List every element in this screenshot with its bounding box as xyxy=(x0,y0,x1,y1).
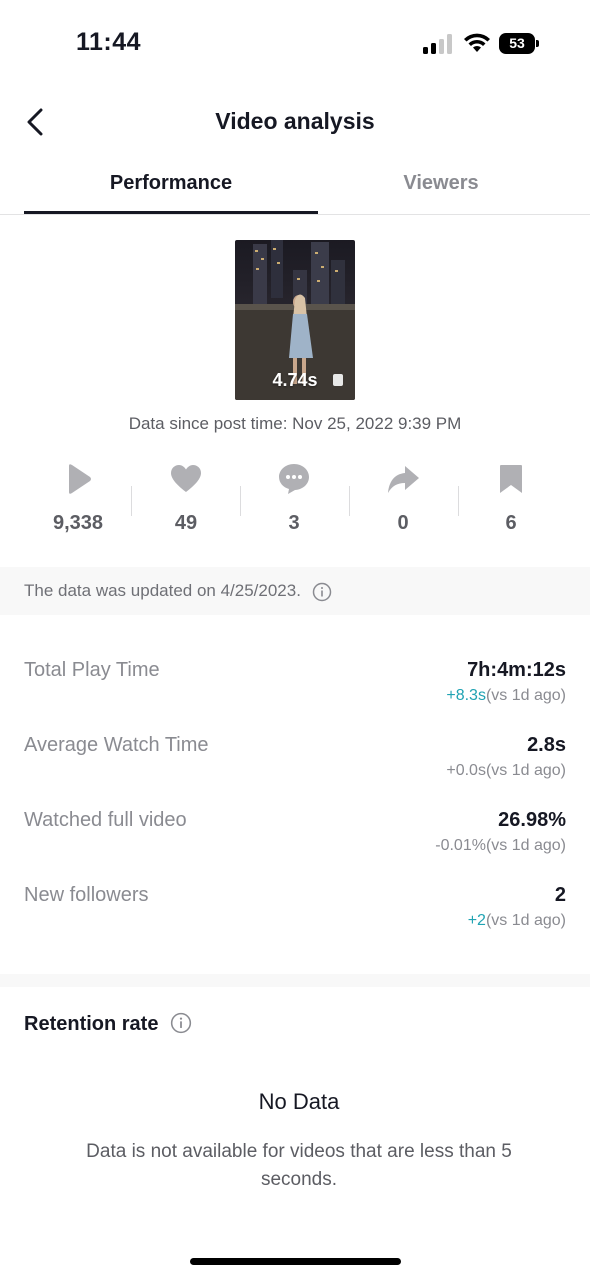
bookmark-icon xyxy=(500,465,522,493)
stat-saves: 6 xyxy=(457,462,565,535)
cellular-signal-icon xyxy=(423,34,452,54)
metric-value-new-followers: 2 xyxy=(554,884,566,906)
comment-icon xyxy=(279,464,309,494)
battery-tip xyxy=(536,40,539,47)
stat-value: 49 xyxy=(174,512,198,534)
metric-label-total-play-time: Total Play Time xyxy=(24,659,160,681)
delta-value: +8.3s xyxy=(446,687,486,704)
wifi-icon xyxy=(464,33,490,52)
video-duration: 4.74s xyxy=(272,370,318,390)
retention-rate-label: Retention rate xyxy=(24,1013,159,1035)
stat-value: 9,338 xyxy=(52,512,104,534)
delta-value: +2 xyxy=(467,912,486,929)
metric-label-watched-full-video: Watched full video xyxy=(24,809,187,831)
info-icon[interactable] xyxy=(170,1012,192,1034)
info-icon[interactable] xyxy=(312,582,332,602)
share-icon xyxy=(388,466,419,493)
home-indicator[interactable] xyxy=(190,1258,401,1265)
metric-value-total-play-time: 7h:4m:12s xyxy=(467,659,566,681)
metric-delta-total-play-time: +8.3s(vs 1d ago) xyxy=(446,687,566,705)
metric-delta-watched-full-video: -0.01%(vs 1d ago) xyxy=(435,837,566,855)
metric-value-average-watch-time: 2.8s xyxy=(527,734,566,756)
metric-label-average-watch-time: Average Watch Time xyxy=(24,734,209,756)
stat-value: 0 xyxy=(397,512,409,534)
tab-viewers[interactable]: Viewers xyxy=(294,172,588,195)
page-title: Video analysis xyxy=(215,108,375,134)
stat-value: 6 xyxy=(505,512,517,534)
post-time: Data since post time: Nov 25, 2022 9:39 … xyxy=(128,414,462,433)
tab-divider xyxy=(0,214,590,215)
video-thumbnail[interactable]: 4.74s xyxy=(235,240,355,400)
update-notice: The data was updated on 4/25/2023. xyxy=(0,567,590,615)
status-time: 11:44 xyxy=(76,28,142,56)
metric-delta-new-followers: +2(vs 1d ago) xyxy=(468,912,566,930)
metric-label-new-followers: New followers xyxy=(24,884,149,906)
battery-level: 53 xyxy=(499,33,535,54)
section-divider xyxy=(0,974,590,987)
delta-suffix: (vs 1d ago) xyxy=(485,762,566,779)
stat-likes: 49 xyxy=(132,462,240,535)
stat-value: 3 xyxy=(288,512,300,534)
delta-value: -0.01% xyxy=(435,837,486,854)
no-data-description: Data is not available for videos that ar… xyxy=(86,1141,512,1190)
delta-suffix: (vs 1d ago) xyxy=(485,912,566,929)
update-notice-text: The data was updated on 4/25/2023. xyxy=(24,581,301,600)
tab-performance[interactable]: Performance xyxy=(24,172,318,195)
delta-suffix: (vs 1d ago) xyxy=(485,687,566,704)
metric-value-watched-full-video: 26.98% xyxy=(498,809,566,831)
heart-icon xyxy=(171,465,201,492)
delta-suffix: (vs 1d ago) xyxy=(485,837,566,854)
battery-indicator: 53 xyxy=(499,33,539,55)
play-icon xyxy=(69,464,91,494)
stat-comments: 3 xyxy=(240,462,348,535)
retention-rate-title: Retention rate xyxy=(24,1013,192,1036)
metric-delta-average-watch-time: +0.0s(vs 1d ago) xyxy=(446,762,566,780)
stat-shares: 0 xyxy=(349,462,457,535)
delta-value: +0.0s xyxy=(446,762,486,779)
stat-plays: 9,338 xyxy=(24,462,132,535)
no-data-title: No Data xyxy=(258,1089,340,1114)
